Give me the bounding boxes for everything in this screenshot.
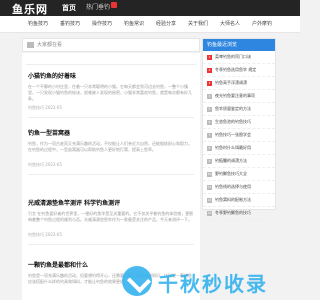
sidebar-item[interactable]: 7 钓鱼技巧一张图学会 [203,129,275,142]
sidebar-item[interactable]: 1 菜啤钓鱼的窍门口诀 [203,51,275,64]
article-snippet: 钓鱼，作为一项古老而又充满乐趣的活动，不仅能让人们亲近大自然，还能锻炼耐心和毅力… [28,141,192,152]
rank-badge: 5 [207,106,212,112]
category-item[interactable]: 钓鱼常识 [118,16,150,32]
sidebar-item[interactable]: 13 冬季野钓鲫鱼的技巧 [203,207,275,220]
sidebar-item[interactable]: 11 钓鱼线的选择与使用 [203,181,275,194]
top-nav: 首页 热门垂钓 [62,2,127,14]
article-divider [28,174,194,175]
sidebar-item-label[interactable]: 冬季钓鱼选用鱼竿 规定 [215,67,256,72]
sidebar-item-label[interactable]: 钓鱼线的选择与使用 [215,184,251,189]
article-snippet: 引言 在钓鱼爱好者的世界里，一根好的鱼竿是至关重要的。它不仅关乎着钓鱼的体验感，… [28,211,194,222]
category-item[interactable]: 垂钓技巧 [54,16,86,32]
sidebar-item[interactable]: 12 钓鱼窝料的配制方法 [203,194,275,207]
sidebar-item-label[interactable]: 钓鱼窝料的配制方法 [215,197,251,202]
nav-item-home[interactable]: 首页 [62,2,76,14]
sidebar-item-label[interactable]: 夜光钓鱼要注意的事项 [215,93,255,98]
article-item[interactable]: 光威清源垫鱼竿测评 科学钓鱼测评 引言 在钓鱼爱好者的世界里，一根好的鱼竿是至关… [28,198,194,245]
rank-badge: 10 [207,171,212,177]
rank-badge: 7 [207,132,212,138]
category-item[interactable]: 大师名人 [214,16,246,32]
sidebar-item[interactable]: 5 鱼竿质量鉴定的方法 [203,103,275,116]
sidebar-item[interactable]: 4 夜光钓鱼要注意的事项 [203,90,275,103]
sidebar-item[interactable]: 3 钓鱼高手浮漂调漂 [203,77,275,90]
sidebar-item-label[interactable]: 冬季野钓鲫鱼的技巧 [215,210,251,215]
breadcrumb: 大家都在看 [22,38,200,52]
site-logo[interactable]: 鱼乐网 [12,1,48,17]
sidebar-item[interactable]: 6 生态鱼池的钓鱼技巧 [203,116,275,129]
nav-item-hot[interactable]: 热门垂钓 [86,2,118,14]
sidebar-item-label[interactable]: 钓鱼时什么饵最好用 [215,145,251,150]
sidebar-title: 钓鱼最近浏览 [203,39,275,51]
recent-sidebar: 钓鱼最近浏览 1 菜啤钓鱼的窍门口诀 2 冬季钓鱼选用鱼竿 规定 3 钓鱼高手浮漂调漂… [202,38,276,220]
sidebar-item-label[interactable]: 生态鱼池的钓鱼技巧 [215,119,251,124]
category-item[interactable]: 经验分享 [150,16,182,32]
home-icon[interactable] [27,42,34,48]
article-title[interactable]: 钓鱼一型苗窝器 [28,128,194,137]
article-divider [28,117,194,118]
section-divider [26,64,196,65]
sidebar-item[interactable]: 9 钓鲢鳙的调漂方法 [203,155,275,168]
top-bar: 鱼乐网 首页 热门垂钓 [0,0,300,16]
sidebar-item-label[interactable]: 鱼竿质量鉴定的方法 [215,106,251,111]
article-item[interactable]: 小猫钓鱼的好着味 在一个平静的小村庄里，住着一只非常聪明的小猫。它每天都会到河边… [28,71,194,118]
sidebar-item-label[interactable]: 菜啤钓鱼的窍门口诀 [215,54,251,59]
sidebar-item-label[interactable]: 钓鱼技巧一张图学会 [215,132,251,137]
watermark-text: 千秋秒收录 [158,272,268,296]
category-item[interactable]: 操作技巧 [86,16,118,32]
category-item[interactable]: 户外摩钓 [246,16,278,32]
article-meta: 钓鱼技巧 2023-05 [28,162,62,167]
category-item[interactable]: 钓鱼技巧 [22,16,54,32]
breadcrumb-label: 大家都在看 [37,42,63,48]
rank-badge: 9 [207,158,212,164]
sidebar-item[interactable]: 8 钓鱼时什么饵最好用 [203,142,275,155]
rank-badge: 11 [207,184,212,190]
rank-badge: 1 [207,54,212,60]
rank-badge: 13 [207,210,212,216]
rank-badge: 6 [207,119,212,125]
article-item[interactable]: 钓鱼一型苗窝器 钓鱼，作为一项古老而又充满乐趣的活动，不仅能让人们亲近大自然，还… [28,128,194,175]
sidebar-item-label[interactable]: 钓鱼高手浮漂调漂 [215,80,247,85]
article-meta: 钓鱼技巧 2023-05 [28,105,62,110]
sidebar-item[interactable]: 10 野钓鲫鱼技巧大全 [203,168,275,181]
nav-item-hot-label: 热门垂钓 [86,4,111,11]
rank-badge: 8 [207,145,212,151]
rank-badge: 3 [207,80,212,86]
article-snippet: 在一个平静的小村庄里，住着一只非常聪明的小猫。它每天都会到河边去钓鱼，一整个小镇… [28,84,192,101]
article-title[interactable]: 光威清源垫鱼竿测评 科学钓鱼测评 [28,198,194,207]
article-title[interactable]: 小猫钓鱼的好着味 [28,71,194,80]
sidebar-item-label[interactable]: 钓鲢鳙的调漂方法 [215,158,247,163]
article-divider [28,244,194,245]
sidebar-item[interactable]: 2 冬季钓鱼选用鱼竿 规定 [203,64,275,77]
hot-badge-icon [111,2,118,8]
watermark: 千秋秒收录 [0,262,300,300]
sidebar-item-label[interactable]: 野钓鲫鱼技巧大全 [215,171,247,176]
article-meta: 钓鱼技巧 2023-05 [28,232,62,237]
rank-badge: 12 [207,197,212,203]
rank-badge: 2 [207,67,212,73]
category-nav: 钓鱼技巧 垂钓技巧 操作技巧 钓鱼常识 经验分享 关于我们 大师名人 户外摩钓 [0,16,300,33]
rank-badge: 4 [207,93,212,99]
category-item[interactable]: 关于我们 [182,16,214,32]
